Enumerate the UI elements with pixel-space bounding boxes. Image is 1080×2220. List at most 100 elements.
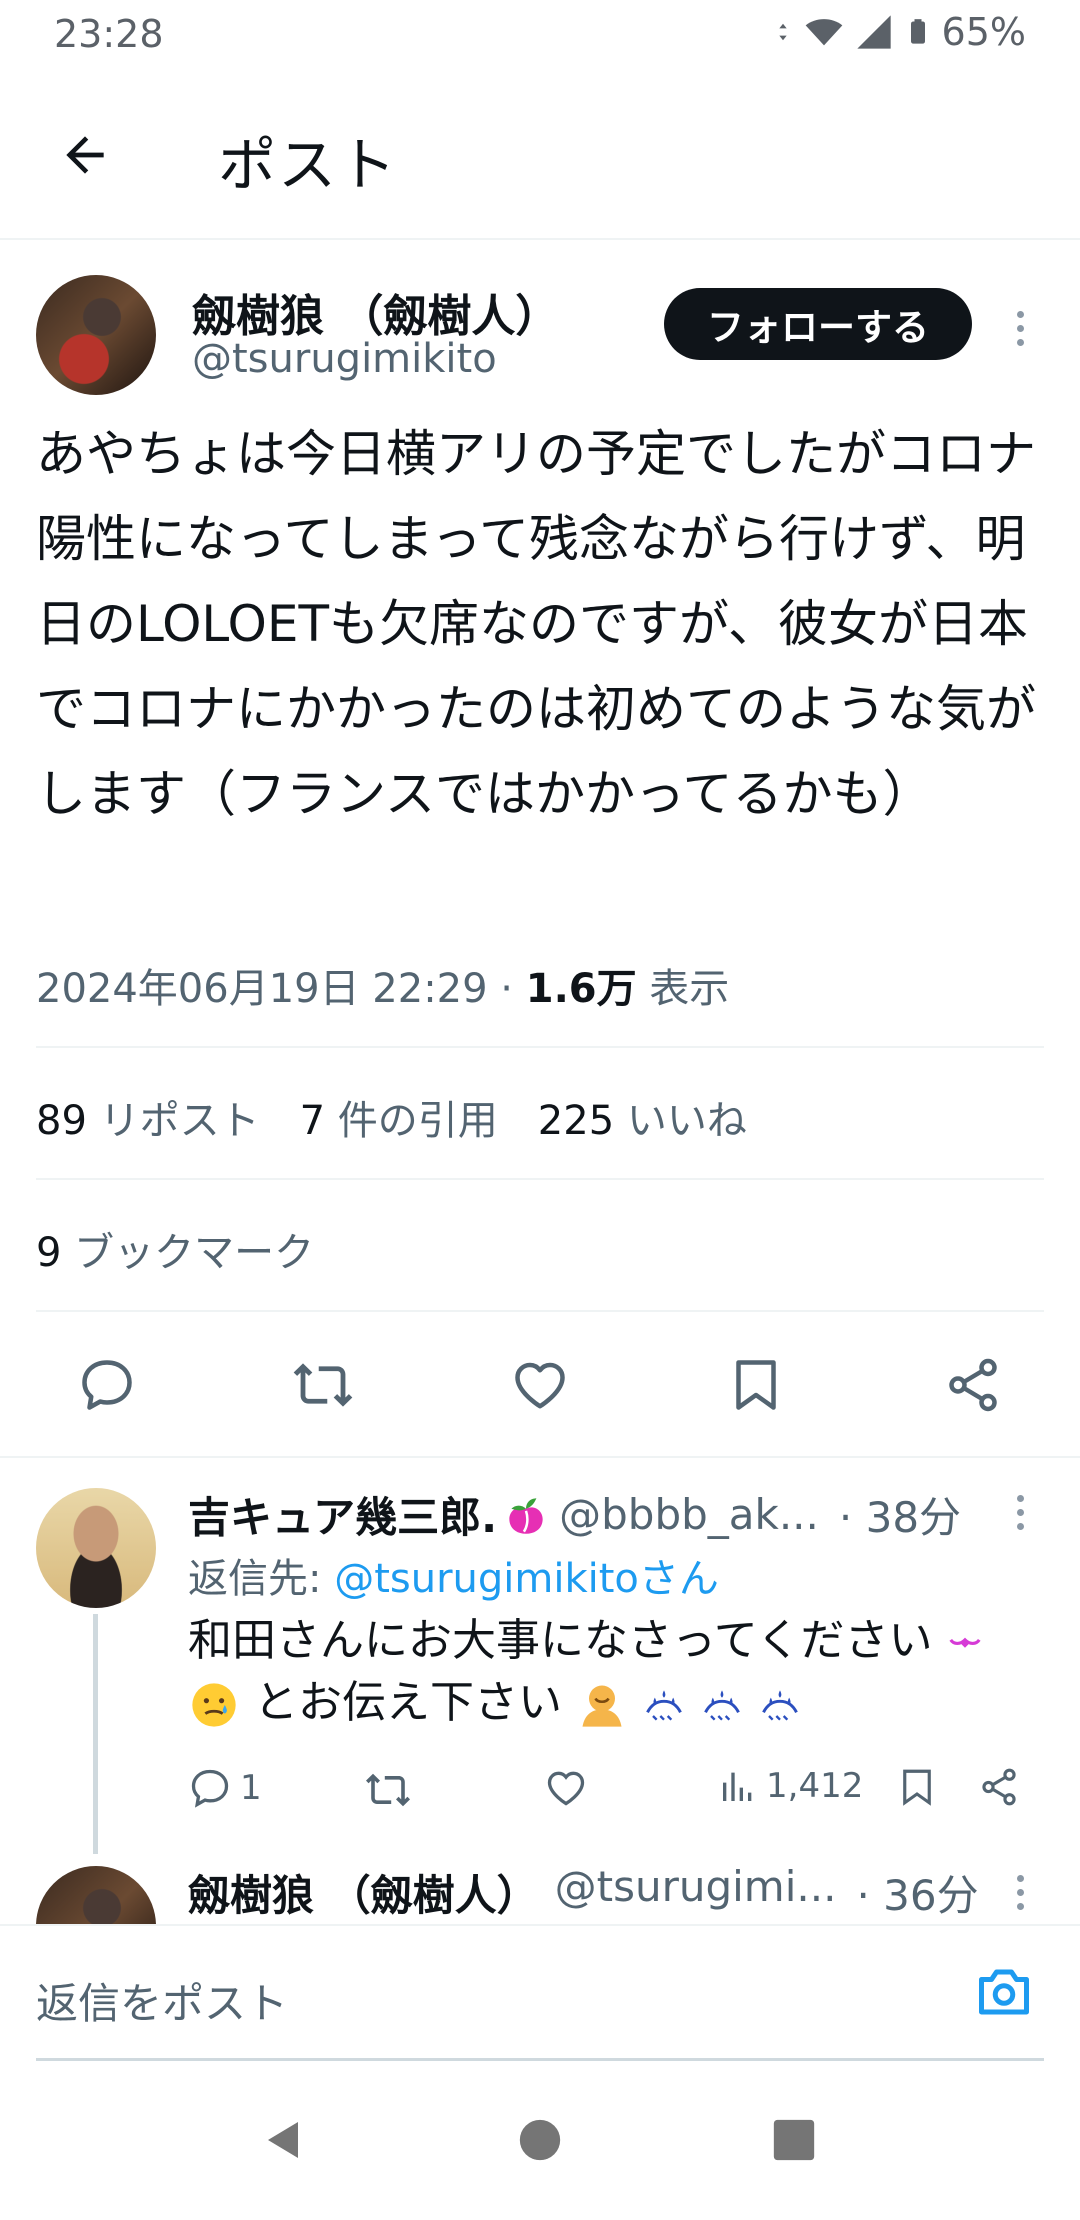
- share-icon: [982, 1768, 1016, 1806]
- reply-time: · 38分: [838, 1493, 962, 1542]
- like-button[interactable]: [505, 1350, 575, 1420]
- author-avatar[interactable]: [36, 275, 156, 395]
- quotes-label: 件の引用: [325, 1098, 498, 1144]
- nav-recents-button[interactable]: [764, 2110, 824, 2170]
- heart-icon: [515, 1362, 565, 1409]
- engagement-stats: 89 リポスト 7 件の引用 225 いいね: [36, 1088, 747, 1146]
- top-app-bar: ポスト: [0, 72, 1080, 240]
- person-bowing-emoji-icon: [582, 1685, 622, 1727]
- bookmark-icon: [736, 1360, 776, 1410]
- share-icon: [949, 1358, 997, 1412]
- sweat-emoji-icon: [646, 1690, 682, 1721]
- status-time: 23:28: [54, 12, 164, 56]
- reply-views-count: 1,412: [766, 1766, 864, 1806]
- reply-share-button[interactable]: [978, 1766, 1020, 1808]
- heart-icon: [547, 1771, 585, 1806]
- views-label: 表示: [636, 966, 730, 1012]
- author-handle[interactable]: @tsurugimikito: [192, 336, 497, 382]
- peach-emoji-icon: [509, 1497, 543, 1534]
- repost-icon: [366, 1773, 410, 1807]
- likes-stat[interactable]: 225 いいね: [538, 1088, 747, 1146]
- reply2-header: 劔樹狼 （劔樹人） @tsurugimi... · 36分: [188, 1862, 979, 1923]
- analytics-icon: [723, 1772, 752, 1801]
- nav-back-button[interactable]: [252, 2110, 312, 2170]
- back-button[interactable]: [50, 120, 120, 190]
- reposts-stat[interactable]: 89 リポスト: [36, 1088, 260, 1146]
- divider: [36, 1310, 1044, 1312]
- system-nav-bar: [0, 2060, 1080, 2220]
- share-button[interactable]: [938, 1350, 1008, 1420]
- likes-label: いいね: [614, 1098, 747, 1144]
- reply-views[interactable]: 1,412: [718, 1766, 863, 1806]
- reply-more-options-icon[interactable]: [1010, 1482, 1030, 1542]
- reply-text-line1: 和田さんにお大事になさってください: [188, 1615, 933, 1666]
- comment-icon: [191, 1769, 229, 1808]
- post-meta: 2024年06月19日 22:29 · 1.6万 表示: [36, 956, 729, 1014]
- repost-button[interactable]: [288, 1350, 358, 1420]
- reply2-more-options-icon[interactable]: [1010, 1862, 1030, 1922]
- post-timestamp: 2024年06月19日 22:29 ·: [36, 966, 526, 1012]
- author-name[interactable]: 劔樹狼 （劔樹人）: [192, 280, 559, 344]
- reply-author-handle[interactable]: @bbbb_ak...: [559, 1490, 819, 1539]
- reply-author-name[interactable]: 吉キュア幾三郎.: [188, 1484, 497, 1545]
- reply-author-avatar[interactable]: [36, 1488, 156, 1608]
- more-options-icon[interactable]: [1010, 298, 1030, 358]
- post-actions: [0, 1330, 1080, 1440]
- status-bar: 23:28 65%: [0, 0, 1080, 72]
- reply-repost-button[interactable]: [364, 1766, 412, 1814]
- bookmark-icon: [903, 1769, 931, 1806]
- battery-icon: [910, 19, 925, 44]
- status-icons: 65%: [772, 10, 1026, 54]
- divider: [0, 1456, 1080, 1458]
- reply-input[interactable]: 返信をポスト: [36, 1970, 288, 2031]
- post-text: あやちょは今日横アリの予定でしたがコロナ陽性になってしまって残念ながら行けず、明…: [36, 425, 1036, 823]
- reply-to-prefix: 返信先:: [188, 1556, 335, 1602]
- reply-to-handle-link[interactable]: @tsurugimikitoさん: [334, 1556, 719, 1602]
- bookmarks-label: ブックマーク: [61, 1230, 315, 1276]
- smiling-hearts-emoji-icon: [949, 1637, 982, 1648]
- reply2-author-handle[interactable]: @tsurugimi...: [555, 1862, 837, 1923]
- reply-composer: 返信をポスト: [0, 1924, 1080, 2061]
- reply2-author-name[interactable]: 劔樹狼 （劔樹人）: [188, 1862, 539, 1923]
- sweat-emoji-icon: [762, 1690, 798, 1721]
- triangle-back-icon: [268, 2122, 298, 2158]
- bookmarks-stat[interactable]: 9 ブックマーク: [36, 1220, 314, 1278]
- divider: [36, 1046, 1044, 1048]
- thread-line: [93, 1614, 98, 1854]
- reply-text: 和田さんにお大事になさってください とお伝え下さい: [188, 1610, 1008, 1734]
- reply-text-line2: とお伝え下さい: [254, 1677, 562, 1728]
- reply-comment-button[interactable]: 1: [188, 1766, 262, 1810]
- follow-button[interactable]: フォローする: [664, 288, 972, 360]
- reply-bookmark-button[interactable]: [896, 1766, 938, 1808]
- divider: [36, 1178, 1044, 1180]
- reply-actions: 1 1,412: [188, 1756, 1048, 1826]
- reply-header: 吉キュア幾三郎. @bbbb_ak... · 38分: [188, 1484, 961, 1545]
- reply2-time: · 36分: [856, 1871, 979, 1920]
- circle-home-icon: [519, 2119, 561, 2161]
- reposts-count: 89: [36, 1098, 87, 1144]
- camera-button[interactable]: [972, 1960, 1036, 2024]
- arrow-left-icon: [66, 136, 104, 174]
- reposts-label: リポスト: [86, 1098, 260, 1144]
- reply-like-button[interactable]: [544, 1766, 588, 1810]
- camera-icon: [979, 1969, 1029, 2015]
- bookmark-button[interactable]: [721, 1350, 791, 1420]
- sweat-emoji-icon: [704, 1690, 740, 1721]
- comment-icon: [82, 1360, 132, 1410]
- reply2-container: 劔樹狼 （劔樹人） @tsurugimi... · 36分: [0, 1840, 1080, 1924]
- nav-home-button[interactable]: [510, 2110, 570, 2170]
- quotes-stat[interactable]: 7 件の引用: [300, 1088, 498, 1146]
- reply-comment-count: 1: [240, 1768, 262, 1808]
- signal-icon: [856, 15, 891, 49]
- views-count: 1.6万: [525, 966, 637, 1012]
- reply2-author-avatar[interactable]: [36, 1866, 156, 1924]
- wifi-icon: [805, 19, 842, 46]
- quotes-count: 7: [299, 1098, 326, 1144]
- data-transfer-icon: [778, 23, 787, 41]
- square-recents-icon: [773, 2119, 815, 2161]
- reply-to: 返信先: @tsurugimikitoさん: [188, 1546, 719, 1604]
- bookmarks-count: 9: [36, 1230, 62, 1276]
- reply-button[interactable]: [72, 1350, 142, 1420]
- crying-face-emoji-icon: [192, 1683, 236, 1727]
- repost-icon: [293, 1363, 353, 1407]
